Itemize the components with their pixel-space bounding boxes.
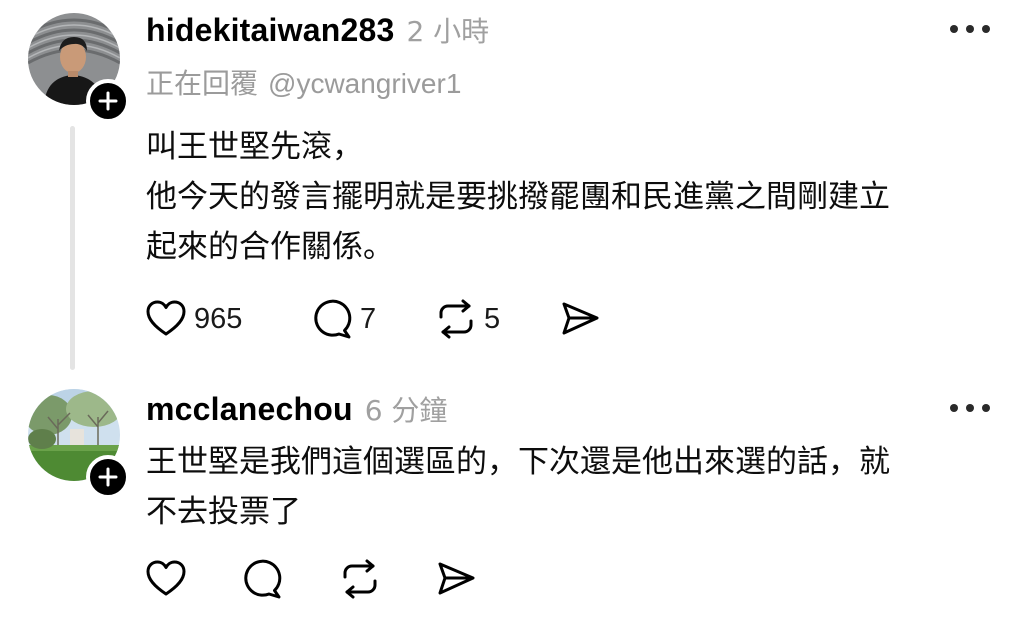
thread-post: mcclanechou 6 分鐘 王世堅是我們這個選區的，下次還是他出來選的話，… — [0, 385, 1024, 627]
share-icon — [560, 299, 600, 339]
more-icon — [950, 25, 958, 33]
body-line: 起來的合作關係。 — [146, 229, 394, 265]
heart-icon — [146, 299, 186, 339]
repost-count: 5 — [484, 302, 501, 335]
body-line: 他今天的發言擺明就是要挑撥罷團和民進黨之間剛建立 — [146, 179, 890, 215]
more-icon — [950, 404, 958, 412]
body-line: 王世堅是我們這個選區的，下次還是他出來選的話，就 — [146, 444, 890, 480]
repost-button[interactable]: 5 — [436, 299, 560, 339]
avatar-wrap — [28, 389, 130, 499]
repost-icon — [436, 299, 476, 339]
follow-button[interactable] — [86, 79, 130, 123]
post-body: 叫王世堅先滾， 他今天的發言擺明就是要挑撥罷團和民進黨之間剛建立 起來的合作關係… — [146, 122, 890, 272]
post-header: mcclanechou 6 分鐘 — [146, 389, 447, 429]
plus-icon — [98, 91, 118, 111]
more-options-button[interactable] — [950, 401, 990, 415]
reply-prefix: 正在回覆 — [146, 67, 259, 100]
heart-icon — [146, 559, 186, 599]
comment-button[interactable] — [242, 559, 340, 599]
action-bar — [146, 559, 476, 599]
timestamp: 2 小時 — [406, 15, 490, 48]
replying-to: 正在回覆 @ycwangriver1 — [146, 62, 461, 102]
timestamp: 6 分鐘 — [364, 394, 448, 427]
body-line: 叫王世堅先滾， — [146, 129, 363, 165]
follow-button[interactable] — [86, 455, 130, 499]
share-icon — [436, 559, 476, 599]
comment-icon — [242, 559, 282, 599]
share-button[interactable] — [436, 559, 476, 599]
comment-count: 7 — [360, 302, 377, 335]
action-bar: 965 7 5 — [146, 299, 600, 339]
avatar-wrap — [28, 13, 130, 123]
plus-icon — [98, 467, 118, 487]
thread-connector-line — [70, 126, 75, 370]
like-count: 965 — [194, 302, 243, 335]
thread-post: hidekitaiwan283 2 小時 正在回覆 @ycwangriver1 叫… — [0, 0, 1024, 385]
reply-handle-link[interactable]: @ycwangriver1 — [268, 68, 461, 99]
post-body: 王世堅是我們這個選區的，下次還是他出來選的話，就 不去投票了 — [146, 437, 890, 537]
comment-icon — [312, 299, 352, 339]
post-header: hidekitaiwan283 2 小時 — [146, 10, 489, 50]
username[interactable]: hidekitaiwan283 — [146, 12, 394, 49]
comment-button[interactable]: 7 — [312, 299, 436, 339]
like-button[interactable]: 965 — [146, 299, 312, 339]
body-line: 不去投票了 — [146, 494, 301, 530]
share-button[interactable] — [560, 299, 600, 339]
like-button[interactable] — [146, 559, 242, 599]
repost-icon — [340, 559, 380, 599]
more-options-button[interactable] — [950, 22, 990, 36]
username[interactable]: mcclanechou — [146, 391, 353, 428]
repost-button[interactable] — [340, 559, 436, 599]
